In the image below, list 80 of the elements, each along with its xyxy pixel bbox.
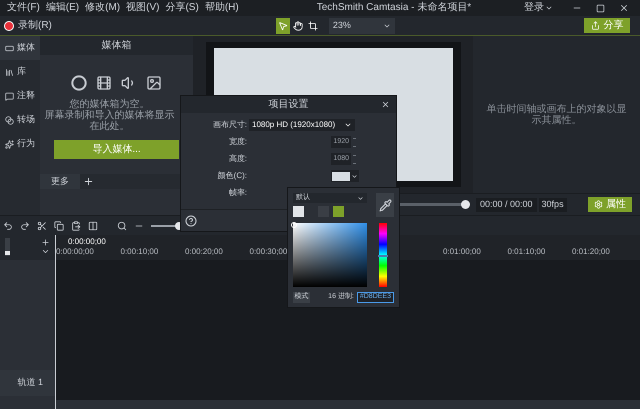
library-icon — [5, 68, 14, 76]
transitions-icon — [5, 116, 14, 124]
color-swatch[interactable] — [333, 206, 344, 217]
add-icon[interactable] — [83, 176, 94, 187]
sidebar-tab[interactable]: 库 — [0, 60, 40, 84]
media-icon — [5, 44, 14, 52]
record-icon — [4, 20, 14, 30]
dialog-title: 项目设置 — [268, 98, 308, 112]
ruler-label: 0:00:30;00 — [250, 246, 288, 258]
caret-icon — [357, 194, 364, 202]
copy-icon[interactable] — [54, 220, 64, 230]
pointer-icon — [278, 20, 288, 30]
sidebar-tab[interactable]: 转场 — [0, 108, 40, 132]
film-icon — [96, 75, 112, 91]
color-dropdown[interactable] — [331, 170, 359, 182]
record-button[interactable]: 录制(R) — [4, 18, 52, 33]
add-track-icon[interactable] — [41, 238, 50, 247]
zoom-dropdown[interactable]: 23% — [328, 18, 395, 34]
cut-icon[interactable] — [37, 220, 47, 230]
eyedropper-icon — [378, 198, 392, 212]
sidebar-tab[interactable]: 行为 — [0, 132, 40, 156]
menu-item[interactable]: 视图(V) — [123, 3, 162, 13]
hand-icon — [292, 20, 303, 30]
login-button[interactable]: 登录 — [524, 3, 553, 13]
track-header[interactable]: 轨道 1 — [0, 370, 55, 396]
canvas-size-dropdown[interactable]: 1080p HD (1920x1080) — [249, 119, 355, 131]
field-label: 帧率: — [228, 187, 248, 199]
maximize-icon[interactable] — [596, 4, 605, 12]
saturation-gradient[interactable] — [293, 223, 367, 287]
sidebar-tab[interactable]: 注释 — [0, 84, 40, 108]
search-icon[interactable] — [117, 220, 127, 230]
ruler-label: 0:00:10;00 — [120, 246, 160, 258]
menu-item[interactable]: 分享(S) — [162, 3, 202, 13]
field-label: 高度: — [228, 153, 248, 165]
properties-hint: 单击时间轴或画布上的对象以显示其属性。 — [486, 104, 628, 126]
image-icon — [146, 75, 162, 91]
fps-display: 30fps — [538, 198, 567, 212]
empty-message: 屏幕录制和导入的媒体将显示在此处。 — [44, 110, 175, 132]
paste-icon[interactable] — [71, 220, 81, 230]
menu-item[interactable]: 帮助(H) — [202, 3, 242, 13]
behaviors-icon — [5, 140, 14, 148]
media-bin-header: 媒体箱 — [40, 36, 193, 55]
ruler-label: 0:01:00;00 — [443, 246, 482, 258]
eyedropper-button[interactable] — [376, 193, 394, 217]
split-icon[interactable] — [88, 220, 98, 230]
collapse-icon[interactable] — [41, 247, 50, 256]
redo-icon[interactable] — [20, 220, 30, 230]
field-label: 画布尺寸: — [212, 119, 248, 131]
caret-icon — [344, 121, 352, 129]
annotations-icon — [5, 92, 14, 100]
close-icon[interactable] — [619, 3, 629, 13]
color-swatch[interactable] — [293, 206, 304, 217]
upload-icon — [590, 21, 600, 30]
empty-message: 您的媒体箱为空。 — [70, 99, 150, 110]
window-title: TechSmith Camtasia - 未命名项目* — [316, 3, 472, 13]
hue-slider[interactable] — [379, 223, 387, 287]
menu-item[interactable]: 修改(M) — [82, 3, 124, 13]
more-button[interactable]: 更多 — [40, 174, 80, 189]
ruler-label: 0:01:20;00 — [572, 246, 611, 258]
menu-item[interactable]: 编辑(E) — [42, 3, 82, 13]
sidebar-tab[interactable]: 媒体 — [0, 36, 40, 60]
close-icon[interactable] — [381, 100, 390, 109]
record-icon — [71, 75, 87, 91]
crop-icon — [308, 20, 318, 30]
ruler-label: 0:00:20;00 — [185, 246, 224, 258]
horizontal-scrollbar[interactable] — [56, 400, 640, 409]
ruler-label: 0:01:10;00 — [508, 246, 546, 258]
menu-item[interactable]: 文件(F) — [4, 3, 43, 13]
playhead-time: 0:00:00;00 — [68, 236, 106, 248]
ruler-label: 0:00:00;00 — [56, 246, 95, 258]
help-icon[interactable] — [185, 214, 197, 226]
pointer-tool-button[interactable] — [276, 18, 290, 34]
field-label: 颜色(C): — [216, 170, 248, 182]
caret-icon — [545, 4, 553, 12]
field-label: 宽度: — [228, 136, 248, 148]
track-height-slider[interactable] — [5, 238, 10, 256]
time-display: 00:00 / 00:00 — [476, 198, 537, 212]
undo-icon[interactable] — [3, 220, 13, 230]
caret-icon — [351, 172, 358, 180]
gear-icon — [594, 200, 603, 209]
